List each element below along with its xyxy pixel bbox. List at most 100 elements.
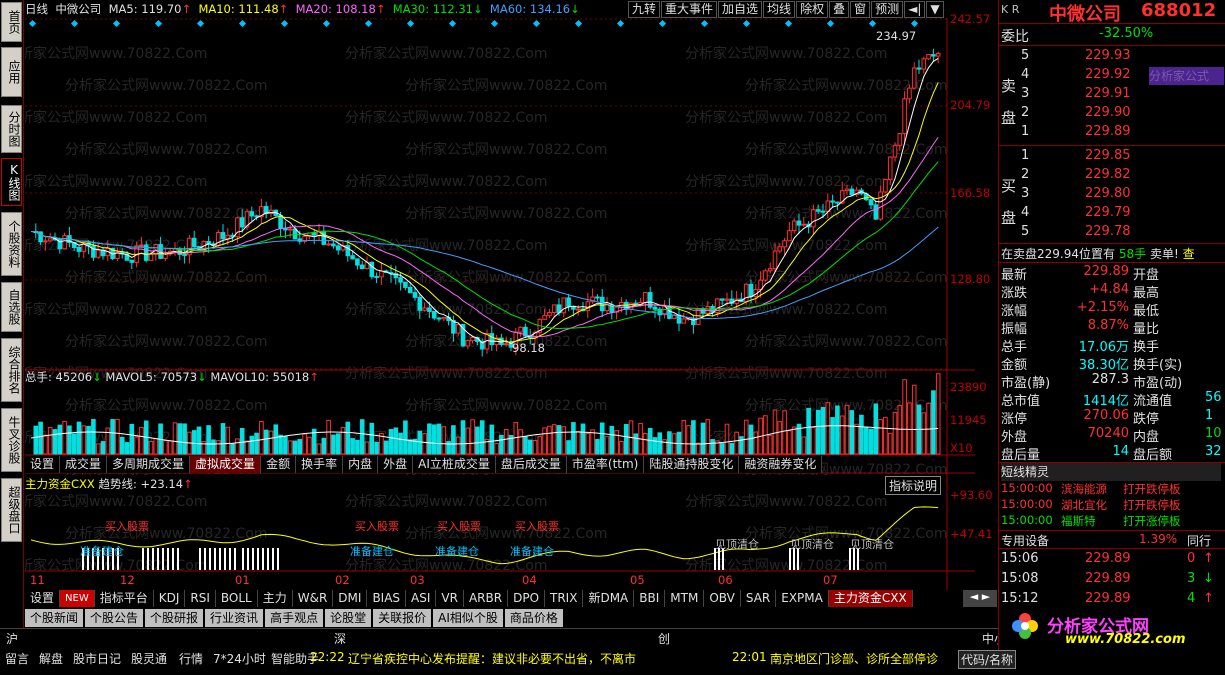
event-marker-icon[interactable] xyxy=(742,19,751,28)
market-sz[interactable]: 深 xyxy=(334,630,346,647)
vol-indicator-tab[interactable]: 换手率 xyxy=(296,456,344,473)
indicator-tab[interactable]: 新DMA xyxy=(583,590,635,607)
indicator-tab[interactable]: OBV xyxy=(704,590,741,607)
indicator-tab[interactable]: BIAS xyxy=(367,590,407,607)
tab-kline[interactable]: K线图 xyxy=(1,158,22,206)
vol-indicator-tab[interactable]: 盘后成交量 xyxy=(495,456,567,473)
tab-diagnosis[interactable]: 牛叉诊股 xyxy=(1,408,22,472)
news-ticker-1[interactable]: 辽宁省疾控中心发布提醒：建议非必要不出省，不离市 xyxy=(348,650,636,667)
event-marker-icon[interactable] xyxy=(784,19,793,28)
tab-intraday[interactable]: 分时图 xyxy=(1,105,22,153)
vol-indicator-tab[interactable]: 设置 xyxy=(25,456,61,473)
indicator-tab[interactable]: VR xyxy=(436,590,464,607)
event-marker-icon[interactable] xyxy=(154,19,163,28)
market-sh[interactable]: 沪 xyxy=(6,630,18,647)
indicator-tab[interactable]: TRIX xyxy=(545,590,584,607)
vol-indicator-tab[interactable]: 多周期成交量 xyxy=(107,456,191,473)
market-cy[interactable]: 创 xyxy=(658,630,670,647)
scroll-arrows[interactable]: ◄ ► xyxy=(963,590,997,607)
event-marker-icon[interactable] xyxy=(112,19,121,28)
event-marker-icon[interactable] xyxy=(406,19,415,28)
status-item[interactable]: 解盘 xyxy=(39,650,63,667)
indicator-tab[interactable]: 主力 xyxy=(258,590,293,607)
event-marker-icon[interactable] xyxy=(868,19,877,28)
news-ticker-2[interactable]: 南京地区门诊部、诊所全部停诊 xyxy=(770,650,938,667)
indicator-tab[interactable]: NEW xyxy=(60,590,95,607)
event-marker-icon[interactable] xyxy=(196,19,205,28)
status-item[interactable]: 7*24小时 xyxy=(213,650,266,667)
event-marker-icon[interactable] xyxy=(322,19,331,28)
event-marker-icon[interactable] xyxy=(532,19,541,28)
vol-indicator-tab[interactable]: 成交量 xyxy=(60,456,108,473)
event-marker-icon[interactable] xyxy=(280,19,289,28)
indicator-tab[interactable]: 设置 xyxy=(25,590,61,607)
vol-indicator-tab[interactable]: 虚拟成交量 xyxy=(190,456,262,473)
event-marker-icon[interactable] xyxy=(238,19,247,28)
toolbar-button[interactable]: 均线 xyxy=(763,1,796,18)
indicator-tab[interactable]: W&R xyxy=(293,590,334,607)
indicator-tab[interactable]: 指标平台 xyxy=(95,590,154,607)
tab-stock-info[interactable]: 个股资料 xyxy=(1,212,22,276)
tab-home[interactable]: 首页 xyxy=(1,2,22,42)
indicator-tab[interactable]: 主力资金CXX xyxy=(828,590,913,607)
status-item[interactable]: 行情 xyxy=(179,650,203,667)
indicator-tab[interactable]: KDJ xyxy=(154,590,186,607)
news-tab[interactable]: AI相似个股 xyxy=(433,609,503,627)
news-tab[interactable]: 高手观点 xyxy=(265,609,324,627)
tab-ranking[interactable]: 综合排名 xyxy=(1,338,22,402)
vol-indicator-tab[interactable]: 市盈率(ttm) xyxy=(566,456,645,473)
tab-super-panel[interactable]: 超级盘口 xyxy=(1,478,22,542)
toolbar-button[interactable]: 预测 xyxy=(871,1,904,18)
toolbar-button[interactable]: 叠 xyxy=(829,1,850,18)
event-marker-icon[interactable] xyxy=(490,19,499,28)
indicator-tab[interactable]: MTM xyxy=(665,590,705,607)
vol-indicator-tab[interactable]: 融资融券变化 xyxy=(739,456,823,473)
status-item[interactable]: 股灵通 xyxy=(131,650,167,667)
event-marker-icon[interactable] xyxy=(448,19,457,28)
indicator-help-button[interactable]: 指标说明 xyxy=(885,476,942,495)
news-tab[interactable]: 行业资讯 xyxy=(205,609,264,627)
event-marker-icon[interactable] xyxy=(616,19,625,28)
event-marker-icon[interactable] xyxy=(70,19,79,28)
event-marker-icon[interactable] xyxy=(826,19,835,28)
toolbar-button[interactable]: 重大事件 xyxy=(661,1,718,18)
tab-apps[interactable]: 应用 xyxy=(1,47,22,97)
indicator-tab[interactable]: BBI xyxy=(634,590,666,607)
event-marker-icon[interactable] xyxy=(364,19,373,28)
news-tab[interactable]: 个股新闻 xyxy=(25,609,84,627)
indicator-tab[interactable]: EXPMA xyxy=(776,590,829,607)
vol-indicator-tab[interactable]: AI立桩成交量 xyxy=(413,456,496,473)
tab-watchlist[interactable]: 自选股 xyxy=(1,282,22,332)
news-tab[interactable]: 个股公告 xyxy=(85,609,144,627)
news-tab[interactable]: 论股堂 xyxy=(325,609,372,627)
news-tab[interactable]: 个股研报 xyxy=(145,609,204,627)
event-marker-icon[interactable] xyxy=(658,19,667,28)
toolbar-button[interactable]: 窗 xyxy=(850,1,871,18)
event-marker-icon[interactable] xyxy=(700,19,709,28)
nav-arrow-icon[interactable]: ◄| xyxy=(904,1,926,18)
status-item[interactable]: 股市日记 xyxy=(73,650,121,667)
indicator-tab[interactable]: DPO xyxy=(508,590,546,607)
dropdown-icon[interactable]: ▼ xyxy=(926,1,944,18)
indicator-tab[interactable]: BOLL xyxy=(216,590,258,607)
indicator-tab[interactable]: SAR xyxy=(741,590,777,607)
event-marker-icon[interactable] xyxy=(910,19,919,28)
indicator-tab[interactable]: RSI xyxy=(185,590,216,607)
period-label[interactable]: 日线 xyxy=(25,2,48,16)
indicator-tab[interactable]: ARBR xyxy=(464,590,509,607)
vol-indicator-tab[interactable]: 外盘 xyxy=(378,456,414,473)
toolbar-button[interactable]: 九转 xyxy=(628,1,661,18)
vol-indicator-tab[interactable]: 金额 xyxy=(261,456,297,473)
status-item[interactable]: 留言 xyxy=(5,650,29,667)
indicator-tab[interactable]: DMI xyxy=(333,590,368,607)
event-marker-icon[interactable] xyxy=(28,19,37,28)
event-marker-icon[interactable] xyxy=(574,19,583,28)
indicator-tab[interactable]: ASI xyxy=(406,590,437,607)
vol-indicator-tab[interactable]: 内盘 xyxy=(343,456,379,473)
code-search-button[interactable]: 代码/名称 xyxy=(958,650,1017,669)
toolbar-button[interactable]: 加自选 xyxy=(718,1,763,18)
toolbar-button[interactable]: 除权 xyxy=(796,1,829,18)
vol-indicator-tab[interactable]: 陆股通持股变化 xyxy=(644,456,740,473)
news-tab[interactable]: 商品价格 xyxy=(504,609,563,627)
elf-stock[interactable]: 福斯特 xyxy=(1061,513,1096,531)
